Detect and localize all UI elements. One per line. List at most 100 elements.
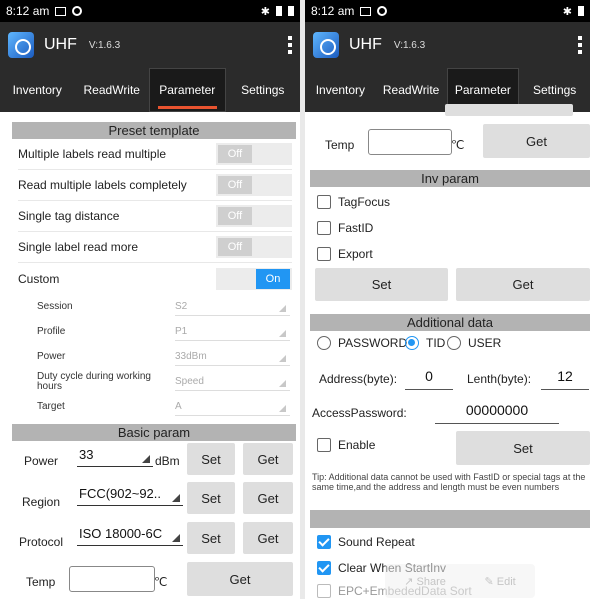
- checkbox-box: [317, 221, 331, 235]
- address-label: Address(byte):: [319, 372, 398, 386]
- share-edit-overlay: ↗ Share ✎ Edit: [385, 564, 535, 598]
- checkbox-checked: [317, 535, 331, 549]
- setting-row-target: Target A: [0, 394, 300, 419]
- temp-get-button[interactable]: Get: [483, 124, 590, 158]
- length-label: Lenth(byte):: [467, 372, 532, 386]
- fastid-label: FastID: [338, 221, 374, 235]
- tip-text: Tip: Additional data cannot be used with…: [312, 472, 586, 492]
- toggle-state: Off: [218, 145, 252, 163]
- tagfocus-checkbox[interactable]: TagFocus: [317, 195, 390, 209]
- region-set-button[interactable]: Set: [187, 482, 235, 514]
- preset-toggle[interactable]: Off: [216, 143, 292, 165]
- access-password-input[interactable]: 00000000: [435, 402, 559, 424]
- temp-field[interactable]: [368, 129, 452, 155]
- preset-label: Custom: [18, 271, 60, 286]
- preset-row: Read multiple labels completely Off: [18, 170, 292, 201]
- power-spinner[interactable]: 33: [77, 445, 153, 467]
- setting-label: Duty cycle during working hours: [37, 370, 151, 392]
- preset-toggle[interactable]: Off: [216, 236, 292, 258]
- app-version: V:1.6.3: [393, 39, 426, 51]
- export-label: Export: [338, 247, 373, 261]
- power-unit: dBm: [155, 454, 180, 468]
- temp-unit: ℃: [154, 575, 168, 589]
- duty-cycle-select[interactable]: Speed: [175, 373, 290, 391]
- power-get-button[interactable]: Get: [243, 443, 293, 475]
- edit-label: Edit: [496, 575, 516, 588]
- bluetooth-icon: ✱: [260, 5, 270, 18]
- dropdown-icon: [172, 534, 180, 542]
- preset-label: Multiple labels read multiple: [18, 147, 167, 161]
- toggle-state: Off: [218, 207, 252, 225]
- inv-get-button[interactable]: Get: [456, 268, 590, 301]
- export-checkbox[interactable]: Export: [317, 247, 373, 261]
- app-bar: UHF V:1.6.3: [0, 22, 300, 68]
- setting-row-session: Session S2: [0, 294, 300, 319]
- profile-select[interactable]: P1: [175, 323, 290, 341]
- length-input[interactable]: 12: [541, 368, 589, 390]
- setting-row-duty-cycle: Duty cycle during working hours Speed: [0, 369, 300, 394]
- tab-settings[interactable]: Settings: [226, 68, 301, 112]
- protocol-label: Protocol: [19, 535, 64, 549]
- protocol-set-button[interactable]: Set: [187, 522, 235, 554]
- additional-data-header: Additional data: [310, 314, 590, 331]
- preset-row-custom: Custom On: [18, 263, 292, 294]
- power-value: 33: [79, 447, 94, 462]
- notification-icon: [360, 6, 372, 16]
- power-set-button[interactable]: Set: [187, 443, 235, 475]
- preset-row: Multiple labels read multiple Off: [18, 139, 292, 170]
- tab-parameter[interactable]: Parameter: [149, 68, 226, 112]
- left-screen: 8:12 am ✱ UHF V:1.6.3 Inventory ReadWrit…: [0, 0, 300, 599]
- toggle-state: Off: [218, 176, 252, 194]
- inv-set-button[interactable]: Set: [315, 268, 448, 301]
- preset-label: Single tag distance: [18, 209, 120, 223]
- tagfocus-label: TagFocus: [338, 195, 391, 209]
- basic-param-header: Basic param: [12, 424, 296, 441]
- user-radio[interactable]: USER: [447, 336, 501, 350]
- share-button[interactable]: ↗ Share: [404, 575, 446, 588]
- temp-label: Temp: [26, 575, 56, 589]
- access-password-label: AccessPassword:: [312, 406, 407, 420]
- session-select[interactable]: S2: [175, 298, 290, 316]
- checkbox-box: [317, 247, 331, 261]
- overflow-menu-icon[interactable]: [288, 36, 292, 54]
- preset-toggle[interactable]: Off: [216, 205, 292, 227]
- tab-readwrite[interactable]: ReadWrite: [376, 68, 447, 112]
- fastid-checkbox[interactable]: FastID: [317, 221, 373, 235]
- partial-set-button[interactable]: [445, 104, 573, 116]
- radio-circle: [317, 336, 331, 350]
- app-logo-icon: [313, 32, 339, 58]
- tid-radio[interactable]: TID: [405, 336, 445, 350]
- app-version: V:1.6.3: [88, 39, 121, 51]
- checkbox-box: [317, 584, 331, 598]
- settings-notification-icon: [72, 6, 83, 16]
- sound-repeat-checkbox[interactable]: Sound Repeat: [317, 535, 415, 549]
- target-select[interactable]: A: [175, 398, 290, 416]
- protocol-get-button[interactable]: Get: [243, 522, 293, 554]
- region-get-button[interactable]: Get: [243, 482, 293, 514]
- tab-inventory[interactable]: Inventory: [0, 68, 75, 112]
- tab-readwrite[interactable]: ReadWrite: [75, 68, 150, 112]
- additional-set-button[interactable]: Set: [456, 431, 590, 465]
- preset-row: Single label read more Off: [18, 232, 292, 263]
- checkbox-box: [317, 195, 331, 209]
- setting-label: Session: [37, 300, 73, 312]
- radio-circle: [405, 336, 419, 350]
- region-spinner[interactable]: FCC(902~92..: [77, 484, 183, 506]
- temp-field[interactable]: [69, 566, 155, 592]
- edit-button[interactable]: ✎ Edit: [484, 575, 515, 588]
- enable-checkbox[interactable]: Enable: [317, 438, 375, 452]
- address-input[interactable]: 0: [405, 368, 453, 390]
- overflow-menu-icon[interactable]: [578, 36, 582, 54]
- enable-label: Enable: [338, 438, 376, 452]
- tid-label: TID: [426, 336, 446, 350]
- tab-inventory[interactable]: Inventory: [305, 68, 376, 112]
- temp-get-button[interactable]: Get: [187, 562, 293, 596]
- tab-bar: Inventory ReadWrite Parameter Settings: [0, 68, 300, 112]
- radio-circle: [447, 336, 461, 350]
- custom-toggle[interactable]: On: [216, 267, 292, 290]
- power-select[interactable]: 33dBm: [175, 348, 290, 366]
- inv-param-header: Inv param: [310, 170, 590, 187]
- preset-toggle[interactable]: Off: [216, 174, 292, 196]
- password-radio[interactable]: PASSWORD: [317, 336, 407, 350]
- protocol-spinner[interactable]: ISO 18000-6C: [77, 524, 183, 546]
